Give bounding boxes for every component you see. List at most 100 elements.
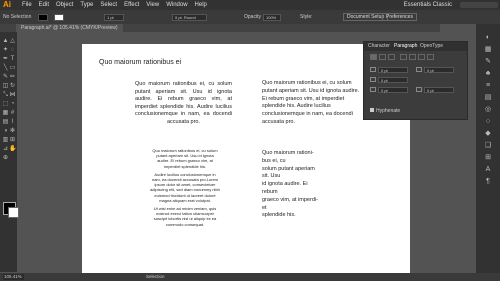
menu-file[interactable]: File — [22, 0, 32, 10]
scale-icon[interactable]: ⤡ — [2, 92, 9, 98]
left-indent-field[interactable]: 0 pt — [378, 67, 408, 73]
selection-tool-icon[interactable]: ▲ — [2, 38, 9, 44]
type-tool-icon[interactable]: T — [9, 56, 16, 62]
eraser-icon[interactable]: ◫ — [2, 83, 9, 89]
search-input[interactable] — [460, 2, 498, 8]
pencil-icon[interactable]: ✏ — [9, 74, 16, 80]
stroke-weight-field[interactable]: 1 pt — [104, 14, 124, 21]
menu-select[interactable]: Select — [100, 0, 117, 10]
first-line-indent-field[interactable]: 0 pt — [378, 77, 408, 83]
graph-tool-icon[interactable]: ▥ — [2, 137, 9, 143]
eyedropper-icon[interactable]: ⌇ — [9, 119, 16, 125]
lasso-icon[interactable]: ◌ — [9, 47, 16, 53]
right-indent-field[interactable]: 0 pt — [424, 67, 454, 73]
pen-tool-icon[interactable]: ✒ — [2, 56, 9, 62]
line: sit. Usu — [262, 173, 281, 180]
justify-center-icon[interactable] — [409, 54, 416, 60]
preferences-button[interactable]: Preferences — [382, 13, 417, 21]
paragraph-icon[interactable]: ¶ — [484, 178, 492, 185]
stroke-swatch[interactable] — [54, 14, 64, 21]
zoom-tool-icon[interactable]: ⊕ — [2, 155, 9, 161]
free-transform-icon[interactable]: ⬚ — [2, 101, 9, 107]
brushes-icon[interactable]: ✎ — [484, 58, 492, 65]
first-line-indent-icon — [370, 77, 376, 82]
symbol-sprayer-icon[interactable]: ✻ — [9, 128, 16, 134]
gradient-tool-icon[interactable]: ▤ — [2, 119, 9, 125]
menu-edit[interactable]: Edit — [39, 0, 49, 10]
checkbox-icon[interactable] — [370, 108, 374, 112]
opacity-field[interactable]: 100% — [263, 14, 281, 21]
panel-tabs: Character Paragraph OpenType — [364, 42, 467, 51]
tools-panel: ▲ △ ✦ ◌ ✒ T ╲ ▭ ✎ ✏ ◫ ↻ ⤡ ⋈ ⬚ ◔ ▦ # ▤ ⌇ … — [0, 32, 19, 272]
symbols-icon[interactable]: ♣ — [484, 70, 492, 77]
workspace-switcher[interactable]: Essentials Classic — [404, 0, 452, 10]
artboard: Quo maiorum rationibus ei Quo maiorum ra… — [82, 44, 410, 273]
direct-selection-icon[interactable]: △ — [9, 38, 16, 44]
appearance-icon[interactable]: ○ — [484, 118, 492, 125]
mesh-tool-icon[interactable]: # — [9, 110, 16, 116]
slice-tool-icon[interactable]: ⊿ — [2, 146, 9, 152]
line: splendide his. — [262, 212, 296, 219]
rotate-icon[interactable]: ↻ — [9, 83, 16, 89]
shape-builder-icon[interactable]: ◔ — [9, 101, 16, 107]
small-paragraph-2: Audire lucilius conclusionemque in nam, … — [150, 171, 220, 203]
line: bus ei, cu — [262, 157, 286, 164]
transparency-icon[interactable]: ◎ — [484, 106, 492, 113]
align-right-icon[interactable] — [388, 54, 395, 60]
fill-swatch[interactable] — [38, 14, 48, 21]
tab-opentype[interactable]: OpenType — [420, 42, 443, 51]
rectangle-tool-icon[interactable]: ▭ — [9, 65, 16, 71]
line-tool-icon[interactable]: ╲ — [2, 65, 9, 71]
menu-help[interactable]: Help — [195, 0, 207, 10]
character-icon[interactable]: A — [484, 166, 492, 173]
line: rebum — [262, 188, 278, 195]
justify-left-icon[interactable] — [400, 54, 407, 60]
selection-label: No Selection — [3, 14, 32, 20]
gradient-icon[interactable]: ▤ — [484, 94, 492, 101]
menu-object[interactable]: Object — [56, 0, 73, 10]
layers-icon[interactable]: ❏ — [484, 142, 492, 149]
space-after-field[interactable]: 0 pt — [424, 87, 454, 93]
hyphenate-checkbox[interactable]: Hyphenate — [370, 108, 400, 114]
stroke-profile-select[interactable]: 5 pt. Round — [172, 14, 207, 21]
line: Quo maiorum rationi- — [262, 150, 314, 156]
perspective-grid-icon[interactable]: ▦ — [2, 110, 9, 116]
paragraph-panel: Character Paragraph OpenType 0 pt 0 pt 0… — [363, 41, 468, 120]
artboards-icon[interactable]: ⊞ — [484, 154, 492, 161]
justify-all-icon[interactable] — [427, 54, 434, 60]
paintbrush-icon[interactable]: ✎ — [2, 74, 9, 80]
stroke-color-icon[interactable] — [8, 207, 19, 218]
tab-character[interactable]: Character — [368, 42, 390, 51]
color-icon[interactable]: ◐ — [484, 34, 492, 41]
blend-tool-icon[interactable]: ◑ — [2, 128, 9, 134]
line: et — [262, 204, 267, 211]
status-bar: 105.41% Selection — [0, 273, 500, 281]
style-label: Style: — [300, 14, 313, 20]
centered-paragraphs: Quo maiorum rationibus ei, cu solum puta… — [150, 148, 220, 230]
swatches-icon[interactable]: ▦ — [484, 46, 492, 53]
width-tool-icon[interactable]: ⋈ — [9, 92, 16, 98]
menu-bar: Ai File Edit Object Type Select Effect V… — [0, 0, 500, 10]
stroke-icon[interactable]: ≡ — [484, 82, 492, 89]
zoom-field[interactable]: 105.41% — [3, 274, 24, 280]
small-paragraph-1: Quo maiorum rationibus ei, cu solum puta… — [152, 148, 218, 169]
menu-window[interactable]: Window — [166, 0, 187, 10]
align-left-icon[interactable] — [370, 54, 377, 60]
menu-effect[interactable]: Effect — [124, 0, 139, 10]
magic-wand-icon[interactable]: ✦ — [2, 47, 9, 53]
menu-view[interactable]: View — [146, 0, 159, 10]
document-tab[interactable]: Paragraph.ai* @ 105.41% (CMYK/Preview) — [16, 24, 123, 32]
justify-right-icon[interactable] — [418, 54, 425, 60]
app-logo: Ai — [3, 0, 11, 9]
status-tool-label: Selection — [146, 274, 165, 279]
document-tab-bar: Paragraph.ai* @ 105.41% (CMYK/Preview) — [0, 24, 440, 32]
tab-paragraph[interactable]: Paragraph — [394, 42, 417, 51]
graphic-styles-icon[interactable]: ◆ — [484, 130, 492, 137]
artboard-tool-icon[interactable]: ⊞ — [9, 137, 16, 143]
opacity-label: Opacity — [244, 14, 261, 20]
align-center-icon[interactable] — [379, 54, 386, 60]
space-before-field[interactable]: 0 pt — [378, 87, 408, 93]
menu-type[interactable]: Type — [80, 0, 93, 10]
hand-tool-icon[interactable]: ✋ — [9, 146, 16, 152]
right-panel-dock: ◐ ▦ ✎ ♣ ≡ ▤ ◎ ○ ◆ ❏ ⊞ A ¶ — [476, 24, 500, 274]
